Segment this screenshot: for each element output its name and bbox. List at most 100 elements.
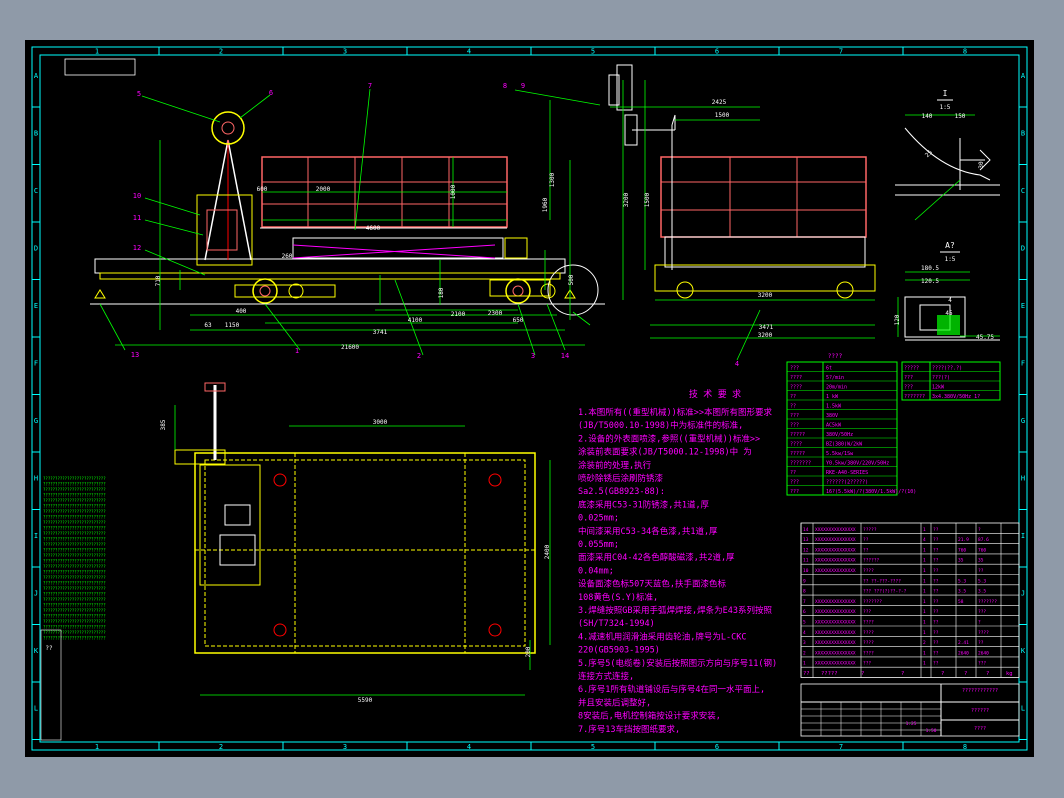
dimension-label: 180	[438, 287, 445, 298]
drawing-name: ??????	[971, 708, 989, 714]
dimension-label: 1150	[225, 322, 240, 329]
callout-label: 14	[561, 352, 569, 360]
dimension-label: 3471	[759, 324, 774, 331]
end-elevation-view	[608, 64, 876, 361]
bom-header-cell: ?????	[821, 671, 838, 677]
left-note-line: ??????????????????????????	[43, 498, 106, 503]
detail-title: I	[943, 89, 948, 98]
bom-cell: 1	[923, 650, 926, 656]
drawing-frame: 1122334455667788AABBCCDDEEFFGGHHIIJJKKLL	[31, 46, 1028, 751]
bom-cell: ????	[863, 650, 874, 656]
left-note-line: ??????????????????????????	[43, 509, 106, 514]
row-mark: J	[1021, 590, 1025, 598]
note-line: Sa2.5(GB8923-88):	[578, 487, 665, 497]
row-mark: G	[1021, 417, 1025, 425]
bom-header-cell: ?	[861, 671, 864, 677]
spec-key: ???	[790, 423, 799, 429]
left-stamp-label: ??	[45, 645, 53, 652]
dimension-label: 3200	[758, 292, 773, 299]
left-note-line: ??????????????????????????	[43, 548, 106, 553]
note-line: 4.减速机用润滑油采用齿轮油,牌号为L-CKC	[578, 631, 746, 642]
column-mark: 4	[467, 743, 471, 751]
bom-cell: 21.9	[958, 537, 969, 543]
dimension-label: 1000	[450, 184, 457, 199]
spec-key: ?????	[904, 366, 919, 372]
row-mark: I	[34, 532, 38, 540]
callout-label: 6	[269, 89, 273, 97]
spec-value: 5.5kw/1Sw	[826, 451, 854, 457]
spec-value: 3x4.380V/50Hz 1?	[932, 394, 980, 400]
left-note-line: ??????????????????????????	[43, 564, 106, 569]
bom-cell: 58	[958, 599, 964, 605]
bom-cell: 6	[803, 609, 806, 615]
detail-scale: 1:5	[940, 104, 951, 111]
spec-value: 1 kW	[826, 394, 839, 400]
column-mark: 7	[839, 48, 843, 56]
side-elevation-view	[90, 88, 605, 356]
plan-view	[174, 382, 551, 696]
bom-cell: ???	[978, 661, 986, 667]
outer-border	[31, 46, 1028, 751]
callout-label: 10	[133, 192, 141, 200]
bom-cell: 12	[803, 547, 809, 553]
bom-cell: ???	[863, 661, 871, 667]
row-mark: A	[1021, 72, 1026, 80]
callout-label: 4	[735, 360, 739, 368]
bom-cell: ??	[933, 537, 939, 543]
dimension-label: 120	[894, 314, 901, 325]
bom-cell: ????	[978, 630, 989, 636]
dimension-label: 710	[155, 275, 162, 286]
bom-cell: 2.41	[958, 640, 969, 646]
left-note-line: ??????????????????????????	[43, 636, 106, 641]
note-line: 1.本图所有((重型机械))标准>>本图所有图形要求	[578, 407, 772, 418]
spec-key: ??	[790, 404, 796, 410]
bom-cell: 3.5	[958, 589, 966, 595]
bom-cell: 4	[803, 630, 806, 636]
row-mark: B	[34, 130, 38, 138]
dimension-label: 3200	[623, 192, 630, 207]
column-mark: 3	[343, 48, 347, 56]
dimension-label: 260	[282, 253, 293, 260]
bom-cell: ???	[863, 609, 871, 615]
dimension-label: 45	[945, 310, 953, 317]
note-line: (SH/T7324-1994)	[578, 619, 655, 629]
bom-cell: XXXXXXXXXXXXXXX	[815, 537, 856, 543]
left-note-line: ??????????????????????????	[43, 504, 106, 509]
dimension-label: 400	[236, 308, 247, 315]
bom-cell: 1	[923, 568, 926, 574]
bom-cell: ?????	[863, 527, 877, 533]
dimension-label: 1960	[542, 197, 549, 212]
dimension-label: 1500	[644, 192, 651, 207]
callout-label: 13	[131, 351, 139, 359]
bom-cell: 5	[803, 620, 806, 626]
note-line: 0.055mm;	[578, 540, 619, 550]
spec-key: ???	[790, 413, 799, 419]
callout-label: 11	[133, 214, 141, 222]
bom-cell: 8	[803, 589, 806, 595]
spec-value: 16?(5.5kW)/?(380V/1.5kW)/?(10)	[826, 489, 916, 495]
bom-header-cell: kg	[1006, 671, 1013, 677]
bom-cell: ??	[933, 620, 939, 626]
column-mark: 6	[715, 743, 719, 751]
dimension-label: 140	[922, 113, 933, 120]
title-box-top	[64, 58, 136, 76]
callout-label: 7	[368, 82, 372, 90]
spec-value: 1.5kW	[826, 404, 842, 410]
left-note-line: ??????????????????????????	[43, 537, 106, 542]
bom-cell: XXXXXXXXXXXXXXX	[815, 661, 856, 667]
row-mark: I	[1021, 532, 1025, 540]
note-line: 涂装前的处理,执行	[578, 460, 652, 471]
bom-cell: ??	[933, 650, 939, 656]
bom-cell: ??	[978, 640, 984, 646]
note-line: 涂装前表面要求(JB/T5000.12-1998)中 为	[578, 447, 752, 458]
spec-key: ???	[790, 366, 799, 372]
bom-cell: ??	[863, 537, 869, 543]
callout-label: 3	[531, 352, 535, 360]
row-mark: D	[1021, 245, 1025, 253]
spec-key: ???	[790, 480, 799, 486]
bom-cell: ??	[933, 558, 939, 564]
row-mark: H	[34, 475, 38, 483]
callout-label: 12	[133, 244, 141, 252]
bom-cell: ??	[933, 578, 939, 584]
note-line: 8安装后,电机控制箱按设计要求安装,	[578, 711, 721, 722]
